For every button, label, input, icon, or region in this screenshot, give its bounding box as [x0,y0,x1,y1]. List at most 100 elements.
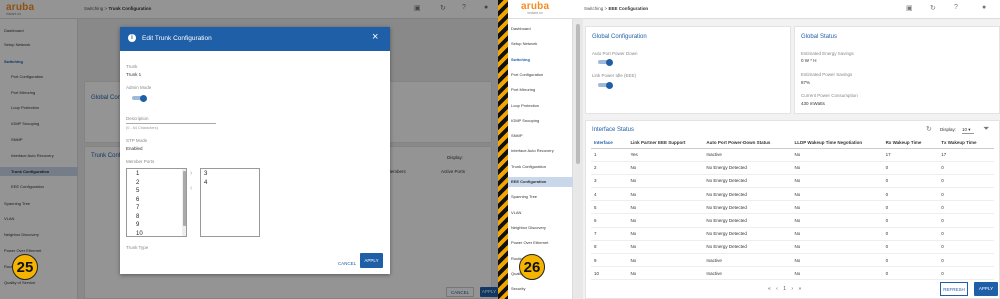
table-cell: No [627,266,704,281]
sidebar-item-security[interactable]: Security [511,286,525,291]
eee-toggle[interactable] [598,81,613,89]
cancel-button[interactable]: CANCEL [334,259,360,268]
table-cell: No [627,187,704,202]
table-cell: 0 [938,161,994,175]
table-row[interactable]: 9 No Inactive No 0 0 [591,253,994,268]
selected-ports-list[interactable]: 34 [200,168,260,237]
sidebar-item-loop-protection[interactable]: Loop Protection [511,103,539,108]
move-right-icon[interactable]: › [190,170,192,177]
breadcrumb-parent[interactable]: Switching [584,6,603,11]
column-header-tx-wakeup-time[interactable]: Tx Wakeup Time [938,138,994,149]
sidebar-item-setup-network[interactable]: Setup Network [511,41,537,46]
table-cell: 0 [938,240,994,255]
close-icon[interactable]: × [372,31,378,43]
table-row[interactable]: 6 No No Energy Detected No 0 0 [591,213,994,228]
current-power-label: Current Power Consumption [801,93,858,98]
filter-icon[interactable]: ⏷ [983,124,989,134]
sidebar-item-neighbor-discovery[interactable]: Neighbor Discovery [511,225,546,230]
description-input[interactable] [126,123,216,124]
sidebar-item-port-configuration[interactable]: Port Configuration [511,72,543,77]
sidebar-item-snmp[interactable]: SNMP [511,133,523,138]
apply-button[interactable]: APPLY [360,253,383,268]
sidebar-item-eee-configuration[interactable]: EEE Configuration [508,177,573,187]
refresh-icon[interactable]: ↻ [926,125,932,133]
column-header-lldp-wakeup-time-negotiation[interactable]: LLDP Wakeup Time Negotiation [791,138,883,149]
sidebar-item-dashboard[interactable]: Dashboard [511,26,531,31]
breadcrumb: Switching > EEE Configuration [584,6,648,11]
sidebar-item-vlan[interactable]: VLAN [511,210,521,215]
available-port-item[interactable]: 9 [136,222,139,228]
current-page[interactable]: 1 [783,286,786,292]
move-left-icon[interactable]: ‹ [190,185,192,192]
prev-page-button[interactable]: ‹ [776,286,778,292]
table-row[interactable]: 5 No No Energy Detected No 0 0 [591,200,994,215]
available-port-item[interactable]: 8 [136,214,139,220]
table-cell: No Energy Detected [703,187,792,202]
table-row[interactable]: 10 No Inactive No 0 0 [591,266,994,281]
help-icon[interactable]: ? [954,4,958,11]
table-row[interactable]: 3 No No Energy Detected No 0 0 [591,174,994,189]
est-power-value: 87% [801,80,811,85]
save-icon[interactable]: ▣ [906,4,913,12]
selected-port-item[interactable]: 3 [204,171,207,177]
apply-button[interactable]: APPLY [974,282,998,296]
table-cell: 7 [591,227,628,241]
admin-mode-toggle[interactable] [132,94,147,102]
table-row[interactable]: 2 No No Energy Detected No 0 0 [591,161,994,175]
next-page-button[interactable]: › [791,286,793,292]
refresh-icon[interactable]: ↻ [930,4,936,12]
display-label: Display: [940,127,957,132]
column-header-link-partner-eee-support[interactable]: Link Partner EEE Support [627,138,704,149]
table-cell: No Energy Detected [703,213,792,228]
sidebar-item-port-mirroring[interactable]: Port Mirroring [511,87,535,92]
display-select[interactable]: 10 ▾ [962,127,974,134]
table-cell: 6 [591,213,628,228]
column-header-interface[interactable]: Interface [591,138,628,149]
description-label: Description [126,116,149,121]
last-page-button[interactable]: » [798,286,801,292]
sidebar-item-interface-auto-recovery[interactable]: Interface Auto Recovery [511,148,554,153]
table-cell: No [791,213,883,228]
sidebar-scrollbar[interactable] [573,19,583,299]
selected-port-item[interactable]: 4 [204,180,207,186]
sidebar-item-power-over-ethernet[interactable]: Power Over Ethernet [511,240,548,245]
trunk-value: Trunk 1 [126,72,142,77]
admin-mode-label: Admin Mode [126,85,152,90]
sidebar-item-igmp-snooping[interactable]: IGMP Snooping [511,118,539,123]
column-header-rx-wakeup-time[interactable]: Rx Wakeup Time [882,138,939,149]
table-cell: 2 [591,161,628,175]
sidebar-item-spanning-tree[interactable]: Spanning Tree [511,194,537,199]
available-port-item[interactable]: 1 [136,171,139,177]
available-port-item[interactable]: 7 [136,205,139,211]
user-icon[interactable]: ● [982,4,986,11]
available-port-item[interactable]: 10 [136,231,143,237]
table-cell: 1 [591,148,628,162]
available-port-item[interactable]: 5 [136,188,139,194]
sidebar-item-switching[interactable]: Switching [511,57,530,62]
global-status-title: Global Status [801,34,838,40]
available-port-item[interactable]: 2 [136,180,139,186]
est-energy-value: 0 W * H [801,58,817,63]
display-value: 10 [962,127,968,132]
available-port-item[interactable]: 6 [136,197,139,203]
logo-text: aruba [521,1,550,12]
auto-power-down-toggle[interactable] [598,58,613,66]
global-config-title: Global Configuration [592,34,647,40]
first-page-button[interactable]: « [768,286,771,292]
table-cell: 8 [591,240,628,255]
table-row[interactable]: 7 No No Energy Detected No 0 0 [591,227,994,241]
table-header-row: Interface Link Partner EEE Support Auto Po… [591,138,994,149]
table-row[interactable]: 4 No No Energy Detected No 0 0 [591,187,994,202]
list-scrollbar[interactable] [182,169,186,236]
stp-mode-value[interactable]: Enabled [126,146,143,151]
table-cell: No [627,161,704,175]
refresh-button[interactable]: REFRESH [940,282,968,296]
table-row[interactable]: 1 Yes Inactive No 17 17 [591,148,994,162]
table-row[interactable]: 8 No No Energy Detected No 0 0 [591,240,994,255]
interface-status-table: Interface Link Partner EEE Support Auto Po… [591,138,994,281]
sidebar-item-trunk-configuration[interactable]: Trunk Configuration [511,164,546,169]
table-cell: 17 [938,148,994,162]
column-header-auto-port-power-down-status[interactable]: Auto Port Power-Down Status [703,138,792,149]
available-ports-list[interactable]: 1 2 5 6 7 8 9 10 [126,168,187,237]
trunk-type-label: Trunk Type [126,245,149,250]
